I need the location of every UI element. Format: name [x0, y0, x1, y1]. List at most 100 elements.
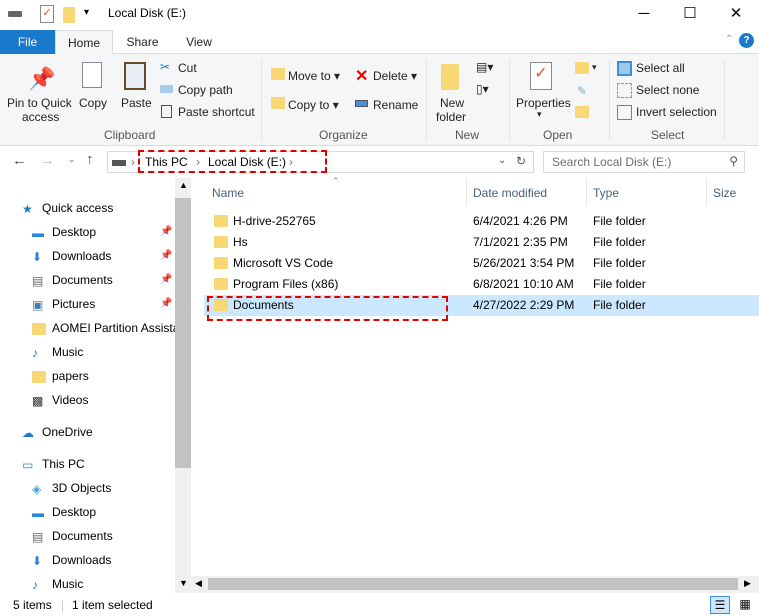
open-dropdown-icon[interactable]: ▾: [592, 62, 597, 73]
help-icon[interactable]: ?: [739, 33, 754, 48]
chevron-right-icon: ›: [131, 155, 135, 169]
column-type[interactable]: Type: [593, 186, 619, 200]
scroll-right-icon[interactable]: ▶: [744, 578, 751, 589]
nav-scrollbar[interactable]: ▲ ▼: [175, 178, 191, 593]
pin-icon[interactable]: 📌: [160, 244, 172, 268]
nav-item[interactable]: ▬ Desktop: [32, 500, 96, 524]
pin-icon: 📌: [28, 66, 56, 91]
new-folder-button[interactable]: New: [440, 96, 464, 110]
properties-button[interactable]: Properties: [516, 96, 571, 110]
tab-share[interactable]: Share: [120, 30, 165, 54]
file-date: 6/4/2021 4:26 PM: [473, 214, 568, 228]
tab-home[interactable]: Home: [55, 30, 113, 55]
nav-item[interactable]: ★ Quick access: [22, 196, 113, 220]
nav-item[interactable]: ◈ 3D Objects: [32, 476, 111, 500]
new-folder-quick-icon[interactable]: [63, 7, 75, 23]
cut-button[interactable]: Cut: [178, 61, 197, 75]
customize-toolbar-icon[interactable]: ▾: [84, 7, 89, 18]
pin-icon[interactable]: 📌: [160, 268, 172, 292]
clipboard-group-label: Clipboard: [104, 128, 156, 142]
nav-item[interactable]: ▭ This PC: [22, 452, 85, 476]
nav-item[interactable]: ▬ Desktop 📌: [32, 220, 172, 244]
edit-icon[interactable]: ✎: [577, 84, 587, 98]
nav-item[interactable]: ▤ Documents: [32, 524, 113, 548]
new-folder-label-2[interactable]: folder: [436, 110, 466, 124]
nav-item-label: Pictures: [52, 297, 96, 311]
nav-item[interactable]: ⬇ Downloads 📌: [32, 244, 172, 268]
pin-icon[interactable]: 📌: [160, 220, 172, 244]
file-row[interactable]: Hs 7/1/2021 2:35 PM File folder: [204, 232, 759, 253]
copy-path-button[interactable]: Copy path: [178, 83, 233, 97]
maximize-button[interactable]: ☐: [667, 0, 713, 30]
select-all-button[interactable]: Select all: [636, 61, 685, 75]
drive-icon: [112, 160, 126, 166]
recent-locations-button[interactable]: ⌄: [68, 154, 76, 165]
address-dropdown-icon[interactable]: ⌄: [498, 155, 506, 166]
easy-access-button[interactable]: ▯▾: [476, 82, 489, 96]
pin-to-quick-access-button[interactable]: Pin to Quick: [7, 96, 72, 110]
tab-file[interactable]: File: [0, 30, 55, 54]
move-to-button[interactable]: Move to ▾: [288, 69, 340, 83]
collapse-ribbon-icon[interactable]: ⌃: [725, 34, 733, 45]
scroll-thumb[interactable]: [208, 578, 738, 590]
pin-label-2[interactable]: access: [22, 110, 59, 124]
scroll-up-icon[interactable]: ▲: [179, 180, 188, 190]
file-row[interactable]: Microsoft VS Code 5/26/2021 3:54 PM File f…: [204, 253, 759, 274]
divider: [466, 178, 467, 206]
paste-button[interactable]: Paste: [121, 96, 152, 110]
history-icon[interactable]: [575, 106, 589, 118]
breadcrumb-this-pc[interactable]: This PC: [145, 155, 188, 169]
select-none-button[interactable]: Select none: [636, 83, 699, 97]
ribbon-tabs: File Home Share View ⌃ ?: [0, 30, 759, 55]
scroll-down-icon[interactable]: ▼: [179, 578, 188, 588]
breadcrumb-local-disk[interactable]: Local Disk (E:): [208, 155, 286, 169]
new-item-button[interactable]: ▤▾: [476, 60, 493, 74]
forward-button[interactable]: →: [40, 152, 55, 169]
pin-icon[interactable]: 📌: [160, 292, 172, 316]
file-type: File folder: [593, 277, 646, 291]
nav-item[interactable]: ☁ OneDrive: [22, 420, 93, 444]
large-icons-view-button[interactable]: ▦: [735, 596, 755, 614]
nav-item[interactable]: ⬇ Downloads: [32, 548, 111, 572]
invert-selection-button[interactable]: Invert selection: [636, 105, 717, 119]
column-date[interactable]: Date modified: [473, 186, 547, 200]
file-row[interactable]: H-drive-252765 6/4/2021 4:26 PM File folde…: [204, 211, 759, 232]
scroll-thumb[interactable]: [175, 198, 191, 468]
paste-shortcut-button[interactable]: Paste shortcut: [178, 105, 255, 119]
properties-quick-icon[interactable]: ✓: [40, 5, 54, 23]
delete-button[interactable]: Delete ▾: [373, 69, 417, 83]
copy-to-button[interactable]: Copy to ▾: [288, 98, 339, 112]
tab-view[interactable]: View: [178, 30, 220, 54]
divider: [586, 178, 587, 206]
refresh-icon[interactable]: ↻: [516, 154, 526, 168]
minimize-button[interactable]: ─: [621, 0, 667, 30]
nav-item[interactable]: ♪ Music: [32, 572, 83, 596]
nav-item[interactable]: ▣ Pictures 📌: [32, 292, 172, 316]
nav-item[interactable]: ▤ Documents 📌: [32, 268, 172, 292]
nav-item[interactable]: ♪ Music: [32, 340, 83, 364]
properties-dropdown-icon[interactable]: ▾: [537, 109, 542, 120]
column-size[interactable]: Size: [713, 186, 736, 200]
rename-button[interactable]: Rename: [373, 98, 418, 112]
nav-item-label: AOMEI Partition Assista: [52, 321, 180, 335]
nav-item-label: 3D Objects: [52, 481, 112, 495]
address-bar[interactable]: › This PC › Local Disk (E:) › ⌄ ↻: [107, 150, 534, 173]
selection-count: 1 item selected: [72, 598, 153, 612]
details-view-button[interactable]: ☰: [710, 596, 730, 614]
drive-icon: [8, 11, 22, 17]
scroll-left-icon[interactable]: ◀: [195, 578, 202, 589]
nav-item[interactable]: ▩ Videos: [32, 388, 88, 412]
up-button[interactable]: ↑: [86, 151, 94, 168]
horizontal-scrollbar[interactable]: ◀ ▶: [191, 576, 759, 593]
nav-item[interactable]: papers: [32, 364, 89, 388]
back-button[interactable]: ←: [12, 152, 27, 169]
file-row[interactable]: Program Files (x86) 6/8/2021 10:10 AM File…: [204, 274, 759, 295]
close-button[interactable]: ✕: [713, 0, 759, 30]
open-icon[interactable]: [575, 62, 589, 74]
copy-button[interactable]: Copy: [79, 96, 107, 110]
chevron-right-icon[interactable]: ›: [289, 155, 293, 169]
column-name[interactable]: Name: [212, 186, 244, 200]
nav-item[interactable]: AOMEI Partition Assista: [32, 316, 179, 340]
select-all-icon: [617, 61, 632, 76]
search-input[interactable]: Search Local Disk (E:) ⚲: [543, 151, 745, 173]
